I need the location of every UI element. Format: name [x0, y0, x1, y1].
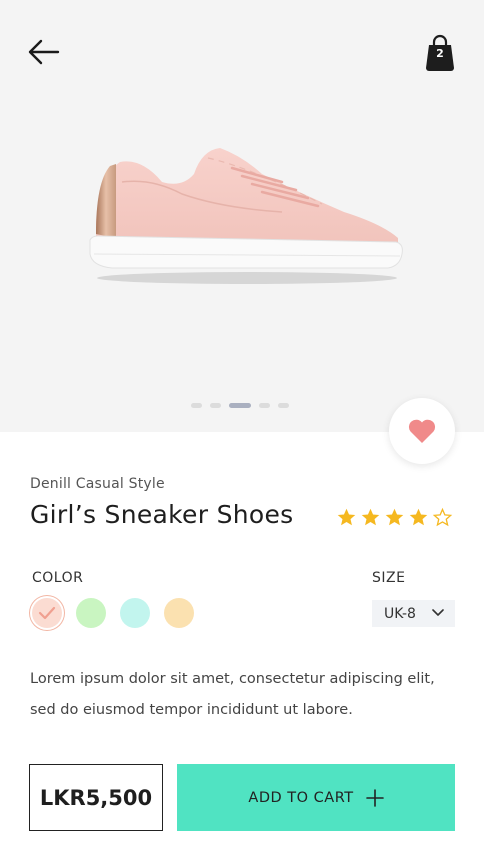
star-filled-icon	[409, 508, 428, 526]
chevron-down-icon	[432, 609, 444, 616]
cart-bag-button[interactable]: 2	[424, 34, 458, 72]
star-filled-icon	[337, 508, 356, 526]
carousel-dot[interactable]	[191, 403, 202, 408]
add-to-cart-label: ADD TO CART	[248, 789, 354, 806]
color-label: COLOR	[32, 570, 84, 586]
heart-icon	[408, 419, 436, 443]
color-swatch-green[interactable]	[76, 598, 106, 628]
size-value: UK-8	[384, 605, 416, 622]
star-filled-icon	[361, 508, 380, 526]
add-to-cart-button[interactable]: ADD TO CART	[177, 764, 455, 831]
star-outline-icon	[432, 507, 453, 527]
back-button[interactable]	[26, 36, 62, 68]
product-title: Girl’s Sneaker Shoes	[30, 500, 294, 529]
product-subtitle: Denill Casual Style	[30, 476, 165, 492]
carousel-dot[interactable]	[259, 403, 270, 408]
favorite-button[interactable]	[389, 398, 455, 464]
rating-stars	[336, 507, 453, 528]
arrow-left-icon	[28, 39, 60, 65]
carousel-dot[interactable]	[278, 403, 289, 408]
price-value: LKR5,500	[39, 785, 153, 810]
product-image-area: 2	[0, 0, 484, 432]
color-swatch-peach[interactable]	[164, 598, 194, 628]
color-swatch-aqua[interactable]	[120, 598, 150, 628]
size-dropdown[interactable]: UK-8	[372, 600, 455, 627]
check-icon	[38, 606, 56, 620]
price-box: LKR5,500	[29, 764, 163, 831]
carousel-dot-active[interactable]	[229, 403, 251, 408]
size-label: SIZE	[372, 570, 406, 586]
product-description: Lorem ipsum dolor sit amet, consectetur …	[30, 671, 435, 718]
carousel-indicators	[191, 403, 289, 408]
carousel-dot[interactable]	[210, 403, 221, 408]
cart-count-badge: 2	[436, 47, 444, 60]
color-swatches	[32, 598, 194, 628]
sneaker-image	[89, 148, 403, 284]
color-swatch-pink[interactable]	[32, 598, 62, 628]
star-filled-icon	[385, 508, 404, 526]
plus-icon	[365, 788, 384, 807]
